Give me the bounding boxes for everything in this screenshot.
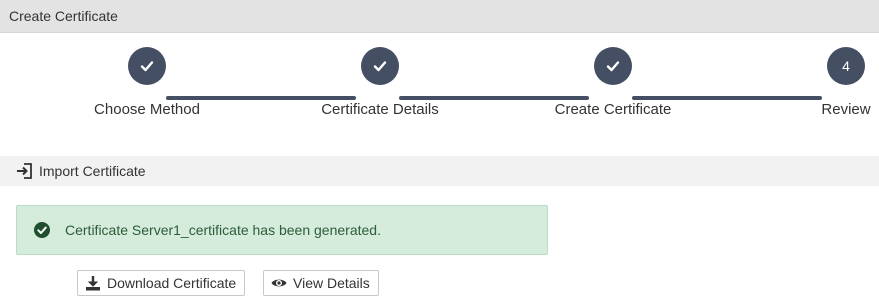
check-icon: [373, 61, 387, 72]
step-label-review: Review: [821, 101, 871, 118]
download-certificate-button[interactable]: Download Certificate: [77, 270, 246, 296]
alert-message: Certificate Server1_certificate has been…: [65, 222, 381, 238]
download-icon: [86, 276, 100, 291]
step-4-current[interactable]: 4: [827, 47, 865, 85]
page-title: Create Certificate: [9, 8, 118, 24]
import-icon: [17, 163, 32, 179]
step-label-certificate-details: Certificate Details: [321, 101, 439, 118]
step-label-create-certificate: Create Certificate: [554, 101, 672, 118]
download-certificate-label: Download Certificate: [107, 275, 237, 291]
wizard-stepper: 4 Choose Method Certificate Details Crea…: [0, 33, 879, 143]
check-circle-icon: [34, 222, 50, 238]
step-connector: [632, 96, 822, 100]
step-connector: [399, 96, 589, 100]
success-alert: Certificate Server1_certificate has been…: [16, 205, 548, 255]
step-2-complete[interactable]: [361, 47, 399, 85]
step-3-complete[interactable]: [594, 47, 632, 85]
check-icon: [606, 61, 620, 72]
title-bar: Create Certificate: [0, 0, 879, 33]
view-details-label: View Details: [293, 275, 370, 291]
check-icon: [140, 61, 154, 72]
step-label-choose-method: Choose Method: [94, 101, 200, 118]
step-1-complete[interactable]: [128, 47, 166, 85]
section-title: Import Certificate: [39, 163, 146, 179]
eye-icon: [271, 279, 287, 287]
step-connector: [166, 96, 356, 100]
step-number: 4: [842, 58, 850, 74]
view-details-button[interactable]: View Details: [263, 270, 379, 296]
section-header: Import Certificate: [0, 156, 879, 186]
